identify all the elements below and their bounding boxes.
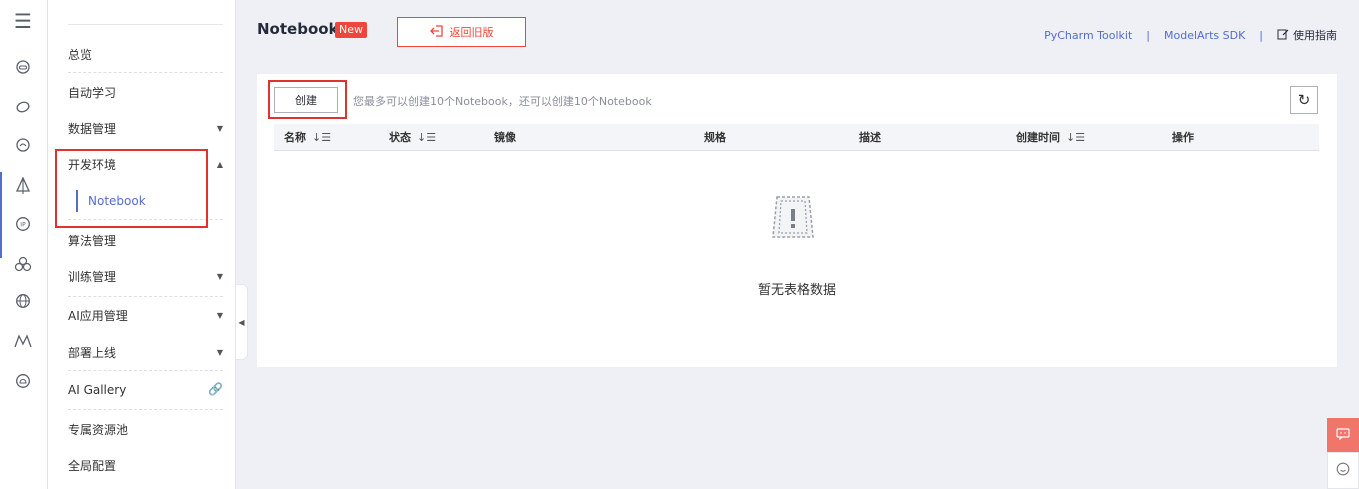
sort-icon[interactable]: ↓☰	[417, 131, 436, 144]
column-label: 规格	[704, 131, 726, 144]
page-title: Notebook	[257, 20, 339, 38]
sidebar-item-global-config[interactable]: 全局配置	[68, 447, 223, 483]
link-separator: |	[1146, 28, 1150, 42]
feedback-button[interactable]	[1327, 418, 1359, 452]
menu-divider	[68, 72, 223, 73]
empty-table-message: 暂无表格数据	[757, 283, 836, 298]
modelarts-icon[interactable]	[12, 175, 34, 197]
caret-left-icon: ◀	[238, 317, 245, 327]
menu-divider	[68, 409, 223, 410]
sidebar-item-label: 部署上线	[68, 345, 117, 360]
column-header-description: 描述	[859, 124, 881, 151]
edit-doc-icon	[1277, 28, 1289, 43]
sidebar-collapse-handle[interactable]: ◀	[236, 284, 248, 360]
column-header-actions: 操作	[1172, 124, 1194, 151]
refresh-icon: ↻	[1297, 91, 1311, 109]
column-label: 描述	[859, 131, 881, 144]
caret-down-icon: ▼	[216, 311, 223, 320]
column-header-image: 镜像	[494, 124, 516, 151]
smile-icon	[1336, 462, 1350, 479]
sidebar-item-dedicated-pool[interactable]: 专属资源池	[68, 411, 223, 447]
column-header-spec: 规格	[704, 124, 726, 151]
link-separator: |	[1259, 28, 1263, 42]
back-to-old-version-label: 返回旧版	[449, 26, 494, 39]
sidebar-item-label: 自动学习	[68, 85, 117, 100]
refresh-button[interactable]: ↻	[1290, 86, 1318, 114]
sidebar-item-overview[interactable]: 总览	[68, 36, 223, 72]
menu-divider	[68, 370, 223, 371]
sidebar-item-label: 全局配置	[68, 458, 117, 473]
sidebar-item-data-management[interactable]: 数据管理 ▼	[68, 110, 223, 146]
highlight-box-dev-env	[55, 149, 208, 228]
sidebar-item-label: 算法管理	[68, 233, 117, 248]
sidebar-item-deploy[interactable]: 部署上线 ▼	[68, 334, 223, 370]
satisfaction-button[interactable]	[1327, 452, 1359, 489]
column-label: 创建时间	[1016, 131, 1060, 144]
empty-data-icon	[769, 191, 817, 243]
cloud-tilt-icon[interactable]	[12, 95, 34, 117]
menu-hamburger-icon[interactable]: ☰	[12, 9, 34, 33]
new-badge: New	[335, 22, 367, 38]
chat-icon	[1336, 427, 1350, 443]
column-label: 操作	[1172, 131, 1194, 144]
sidebar-item-ai-gallery[interactable]: AI Gallery 🔗	[68, 372, 223, 408]
sidebar-item-auto-learning[interactable]: 自动学习	[68, 74, 223, 110]
table-header: 名称 ↓☰ 状态 ↓☰ 镜像 规格 描述 创建时间 ↓☰ 操作	[274, 124, 1319, 151]
modelarts-sdk-link[interactable]: ModelArts SDK	[1164, 29, 1245, 42]
sidebar-item-label: AI应用管理	[68, 308, 128, 323]
column-header-name[interactable]: 名称 ↓☰	[284, 124, 331, 151]
highlight-box-create	[268, 80, 347, 119]
external-link-icon: 🔗	[208, 382, 223, 396]
top-links: PyCharm Toolkit | ModelArts SDK | 使用指南	[1044, 27, 1337, 43]
exit-icon	[429, 24, 444, 40]
menu-divider	[68, 24, 223, 25]
cloud-eye-icon[interactable]	[12, 56, 34, 78]
globe-icon[interactable]	[12, 290, 34, 312]
back-to-old-version-button[interactable]: 返回旧版	[397, 17, 526, 47]
sort-icon[interactable]: ↓☰	[1066, 131, 1085, 144]
cloud-upload-icon[interactable]	[12, 370, 34, 392]
pycharm-toolkit-link[interactable]: PyCharm Toolkit	[1044, 29, 1132, 42]
sidebar-item-label: AI Gallery	[68, 383, 127, 397]
column-header-created-time[interactable]: 创建时间 ↓☰	[1016, 124, 1085, 151]
column-label: 状态	[389, 131, 411, 144]
sidebar-item-training-management[interactable]: 训练管理 ▼	[68, 258, 223, 294]
user-guide-link[interactable]: 使用指南	[1277, 27, 1337, 43]
sidebar-item-ai-app-management[interactable]: AI应用管理 ▼	[68, 297, 223, 333]
cluster-icon[interactable]	[12, 253, 34, 275]
icon-rail: ☰ IP	[0, 0, 48, 489]
sidebar-menu: 总览 自动学习 数据管理 ▼ 开发环境 ▲ Notebook 算法管理 训练管理 ▼ …	[48, 0, 236, 489]
sidebar-item-label: 专属资源池	[68, 422, 129, 437]
user-guide-label: 使用指南	[1293, 29, 1337, 42]
rail-active-indicator	[0, 172, 2, 258]
sidebar-item-label: 训练管理	[68, 269, 117, 284]
column-header-status[interactable]: 状态 ↓☰	[389, 124, 436, 151]
sidebar-item-label: 数据管理	[68, 121, 117, 136]
ip-icon[interactable]: IP	[12, 213, 34, 235]
column-label: 名称	[284, 131, 306, 144]
caret-down-icon: ▼	[216, 272, 223, 281]
sidebar-item-label: 总览	[68, 47, 93, 62]
column-label: 镜像	[494, 131, 516, 144]
svg-text:IP: IP	[20, 222, 26, 229]
caret-up-icon: ▲	[216, 160, 223, 169]
caret-down-icon: ▼	[216, 348, 223, 357]
cloud-service-icon[interactable]	[12, 134, 34, 156]
sort-icon[interactable]: ↓☰	[312, 131, 331, 144]
mountain-icon[interactable]	[12, 330, 34, 352]
notebook-list-card: 创建 您最多可以创建10个Notebook，还可以创建10个Notebook ↻…	[257, 74, 1337, 367]
caret-down-icon: ▼	[216, 124, 223, 133]
quota-hint: 您最多可以创建10个Notebook，还可以创建10个Notebook	[353, 95, 652, 108]
